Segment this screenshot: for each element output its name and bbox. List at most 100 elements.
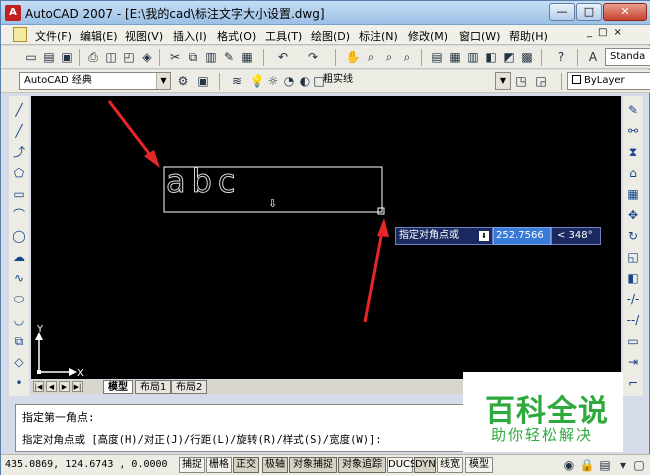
workspace-settings-icon[interactable]: ⚙ <box>175 73 191 89</box>
ortho-toggle[interactable]: 正交 <box>233 457 259 473</box>
print-preview-icon[interactable]: ◫ <box>103 49 119 65</box>
menu-format[interactable]: 格式(O) <box>217 28 256 44</box>
next-tab-icon[interactable]: ▶ <box>59 381 70 392</box>
layer-manager-icon[interactable]: ≋ <box>229 73 245 89</box>
sheet-set-icon[interactable]: ◧ <box>483 49 499 65</box>
ducs-toggle[interactable]: DUCS <box>387 457 416 473</box>
publish-icon[interactable]: ◰ <box>121 49 137 65</box>
color-control-combo[interactable]: ByLayer <box>567 72 650 90</box>
layer-on-icon[interactable]: 💡 <box>249 73 265 89</box>
print-icon[interactable]: ⎙ <box>85 49 101 65</box>
maximize-button[interactable]: □ <box>576 3 602 21</box>
stretch-icon[interactable]: ◧ <box>625 270 641 286</box>
document-icon[interactable] <box>13 27 27 42</box>
menu-edit[interactable]: 编辑(E) <box>80 28 118 44</box>
help-icon[interactable]: ? <box>553 49 569 65</box>
make-object-layer-current-icon[interactable]: ◳ <box>513 73 529 89</box>
minimize-button[interactable]: — <box>549 3 575 21</box>
chamfer-icon[interactable]: ⌐ <box>625 375 641 391</box>
close-button[interactable]: ✕ <box>603 3 647 21</box>
offset-icon[interactable]: ⌂ <box>625 165 641 181</box>
save-workspace-icon[interactable]: ▣ <box>195 73 211 89</box>
coordinate-readout[interactable]: 435.0869, 124.6743 , 0.0000 <box>5 459 168 470</box>
menu-dimension[interactable]: 标注(N) <box>359 28 398 44</box>
layer-combo-arrow[interactable]: ▼ <box>495 72 511 90</box>
command-window[interactable]: 指定第一角点: 指定对角点或 [高度(H)/对正(J)/行距(L)/旋转(R)/… <box>15 404 465 452</box>
erase-icon[interactable]: ✎ <box>625 102 641 118</box>
circle-icon[interactable]: ◯ <box>11 228 27 244</box>
tool-palettes-icon[interactable]: ▥ <box>465 49 481 65</box>
revision-cloud-icon[interactable]: ☁ <box>11 249 27 265</box>
open-icon[interactable]: ▤ <box>41 49 57 65</box>
dynamic-distance-input[interactable]: 252.7566 <box>493 227 551 245</box>
properties-icon[interactable]: ▤ <box>429 49 445 65</box>
lineweight-toggle[interactable]: 线宽 <box>437 457 463 473</box>
polar-toggle[interactable]: 极轴 <box>262 457 288 473</box>
arc-icon[interactable]: ⌒ <box>11 207 27 223</box>
zoom-realtime-icon[interactable]: ⌕ <box>363 49 379 65</box>
array-icon[interactable]: ▦ <box>625 186 641 202</box>
cut-icon[interactable]: ✂ <box>167 49 183 65</box>
menu-file[interactable]: 文件(F) <box>35 28 72 44</box>
menu-draw[interactable]: 绘图(D) <box>311 28 350 44</box>
match-properties-icon[interactable]: ✎ <box>221 49 237 65</box>
document-window-controls[interactable]: _□× <box>587 27 649 43</box>
tab-model[interactable]: 模型 <box>103 380 133 394</box>
clean-screen-icon[interactable]: ▢ <box>631 457 647 473</box>
redo-icon[interactable]: ↷ <box>305 49 321 65</box>
copy-object-icon[interactable]: ⚯ <box>625 123 641 139</box>
ellipse-icon[interactable]: ⬭ <box>11 291 27 307</box>
layer-previous-icon[interactable]: ◲ <box>533 73 549 89</box>
tab-layout1[interactable]: 布局1 <box>135 380 172 394</box>
pan-icon[interactable]: ✋ <box>345 49 361 65</box>
trim-icon[interactable]: -/- <box>625 291 641 307</box>
block-editor-icon[interactable]: ▦ <box>239 49 255 65</box>
construction-line-icon[interactable]: ╱ <box>11 123 27 139</box>
last-tab-icon[interactable]: ▶| <box>72 381 83 392</box>
menu-modify[interactable]: 修改(M) <box>408 28 448 44</box>
text-style-combo[interactable]: Standa <box>605 48 650 66</box>
down-arrow-icon[interactable]: ⬇ <box>479 231 489 241</box>
insert-block-icon[interactable]: ⧉ <box>11 333 27 349</box>
design-center-icon[interactable]: ▦ <box>447 49 463 65</box>
3d-dwf-icon[interactable]: ◈ <box>139 49 155 65</box>
polygon-icon[interactable]: ⬠ <box>11 165 27 181</box>
layer-freeze-icon[interactable]: ☼ <box>265 73 281 89</box>
osnap-toggle[interactable]: 对象捕捉 <box>289 457 337 473</box>
mirror-icon[interactable]: ⧗ <box>625 144 641 160</box>
scale-icon[interactable]: ◱ <box>625 249 641 265</box>
workspace-combo[interactable]: AutoCAD 经典 ▼ <box>19 72 171 90</box>
menu-tools[interactable]: 工具(T) <box>265 28 302 44</box>
ellipse-arc-icon[interactable]: ◡ <box>11 312 27 328</box>
save-icon[interactable]: ▣ <box>59 49 75 65</box>
snap-toggle[interactable]: 捕捉 <box>179 457 205 473</box>
zoom-previous-icon[interactable]: ⌕ <box>399 49 415 65</box>
point-icon[interactable]: • <box>11 375 27 391</box>
dyn-toggle[interactable]: DYN <box>414 457 436 473</box>
calculator-icon[interactable]: ▩ <box>519 49 535 65</box>
line-icon[interactable]: ╱ <box>11 102 27 118</box>
model-space-toggle[interactable]: 模型 <box>465 457 493 473</box>
status-menu-icon[interactable]: ▾ <box>615 457 631 473</box>
layer-lock-icon[interactable]: ◔ <box>281 73 297 89</box>
menu-help[interactable]: 帮助(H) <box>509 28 548 44</box>
drawing-area[interactable]: abc ⇩ Y X 指定对角点或 ⬇ 252.7566 < 348° <box>31 96 621 379</box>
layer-combo[interactable]: 粗实线 <box>319 72 509 90</box>
menu-view[interactable]: 视图(V) <box>125 28 163 44</box>
tab-layout2[interactable]: 布局2 <box>171 380 208 394</box>
polyline-icon[interactable]: ⤴ <box>11 144 27 160</box>
dynamic-angle-input[interactable]: < 348° <box>551 227 601 245</box>
zoom-window-icon[interactable]: ⌕ <box>381 49 397 65</box>
undo-icon[interactable]: ↶ <box>275 49 291 65</box>
paste-icon[interactable]: ▥ <box>203 49 219 65</box>
rectangle-icon[interactable]: ▭ <box>11 186 27 202</box>
prev-tab-icon[interactable]: ◀ <box>46 381 57 392</box>
lock-icon[interactable]: 🔒 <box>579 457 595 473</box>
first-tab-icon[interactable]: |◀ <box>33 381 44 392</box>
markup-icon[interactable]: ◩ <box>501 49 517 65</box>
command-prompt-line[interactable]: 指定对角点或 [高度(H)/对正(J)/行距(L)/旋转(R)/样式(S)/宽度… <box>22 432 382 447</box>
text-style-icon[interactable]: A <box>585 49 601 65</box>
move-icon[interactable]: ✥ <box>625 207 641 223</box>
break-icon[interactable]: ▭ <box>625 333 641 349</box>
annotation-icon[interactable]: ▤ <box>597 457 613 473</box>
